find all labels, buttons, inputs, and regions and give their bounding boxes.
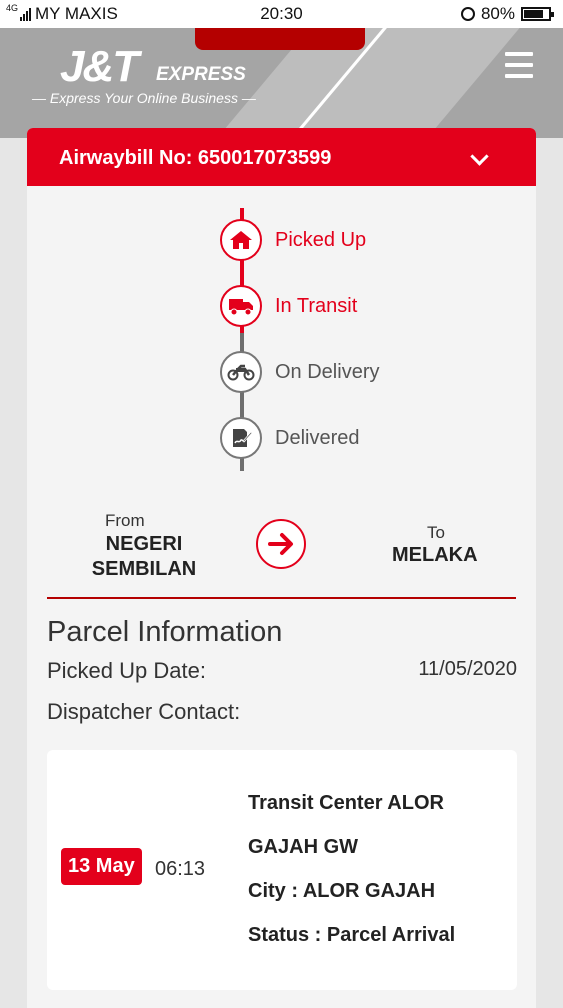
from-value-line2: SEMBILAN <box>91 558 197 580</box>
airwaybill-bar[interactable]: Airwaybill No: 650017073599 <box>27 128 536 186</box>
step-on-delivery: On Delivery <box>220 350 379 394</box>
event-status: Status : Parcel Arrival <box>248 924 456 946</box>
section-divider <box>47 597 516 599</box>
event-city: City : ALOR GAJAH <box>248 880 436 902</box>
tagline: — Express Your Online Business — <box>32 90 256 106</box>
motorcycle-icon <box>220 351 262 393</box>
from-label: From <box>105 511 145 530</box>
home-icon <box>220 219 262 261</box>
step-label: On Delivery <box>275 360 380 383</box>
picked-up-date-label: Picked Up Date: <box>47 658 206 683</box>
battery-icon <box>521 7 554 21</box>
header-tab[interactable] <box>195 28 365 50</box>
step-picked-up: Picked Up <box>220 218 366 262</box>
dispatcher-contact-label: Dispatcher Contact: <box>47 699 241 724</box>
truck-icon <box>220 285 262 327</box>
event-location-line2: GAJAH GW <box>248 836 358 858</box>
signature-icon <box>220 417 262 459</box>
logo-suffix: EXPRESS <box>156 64 246 85</box>
airwaybill-number: Airwaybill No: 650017073599 <box>59 147 332 169</box>
app-header: J&T EXPRESS — Express Your Online Busine… <box>0 28 563 138</box>
picked-up-date-value: 11/05/2020 <box>418 658 517 680</box>
parcel-info-title: Parcel Information <box>47 616 283 648</box>
to-value: MELAKA <box>392 544 478 566</box>
tracking-event: 13 May 06:13 Transit Center ALOR GAJAH G… <box>47 750 517 990</box>
step-label: In Transit <box>275 294 358 317</box>
from-value: NEGERI SEMBILAN <box>69 532 219 582</box>
event-time: 06:13 <box>155 858 206 880</box>
step-delivered: Delivered <box>220 416 359 460</box>
event-location-line1: Transit Center ALOR <box>248 792 444 814</box>
step-in-transit: In Transit <box>220 284 357 328</box>
arrow-right-icon <box>256 519 306 569</box>
logo[interactable]: J&T <box>60 42 139 92</box>
tracking-card: Airwaybill No: 650017073599 Picked Up In… <box>27 128 536 1008</box>
rotation-lock-icon <box>460 7 475 21</box>
step-label: Delivered <box>275 426 360 449</box>
chevron-down-icon[interactable] <box>470 147 489 166</box>
hamburger-icon[interactable] <box>505 52 533 78</box>
event-date-badge: 13 May <box>61 848 142 885</box>
from-value-line1: NEGERI <box>105 533 183 555</box>
step-label: Picked Up <box>275 228 367 251</box>
battery-percent: 80% <box>480 4 515 23</box>
status-bar: 4G MY MAXIS 20:30 80% <box>0 0 563 28</box>
status-right: 80% <box>460 4 554 24</box>
to-label: To <box>427 523 445 542</box>
